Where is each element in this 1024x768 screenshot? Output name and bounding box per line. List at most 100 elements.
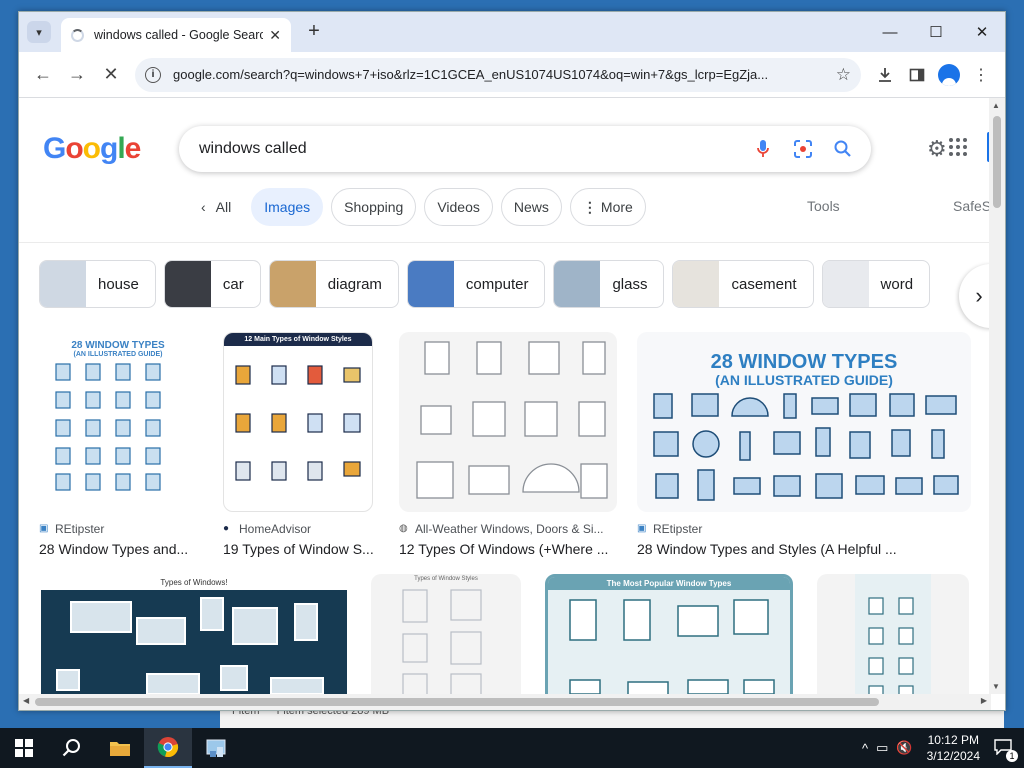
start-button[interactable] <box>0 728 48 768</box>
browser-tab[interactable]: windows called - Google Search ✕ <box>61 18 291 52</box>
profile-avatar[interactable] <box>933 59 965 91</box>
scroll-right-icon[interactable]: ▶ <box>981 696 987 705</box>
search-input[interactable] <box>199 140 737 158</box>
result-image[interactable] <box>817 574 969 694</box>
google-logo[interactable]: Google <box>43 132 141 166</box>
image-result[interactable] <box>817 574 969 694</box>
minimize-button[interactable]: — <box>867 12 913 52</box>
vertical-scrollbar[interactable]: ▲ ▼ <box>989 98 1005 694</box>
tab-close-icon[interactable]: ✕ <box>269 27 281 44</box>
image-heading-text: Types of Windows! <box>160 578 228 587</box>
image-heading-text: The Most Popular Window Types <box>548 577 790 590</box>
url-text[interactable]: google.com/search?q=windows+7+iso&rlz=1C… <box>173 67 828 82</box>
result-source[interactable]: ▣ REtipster <box>637 522 971 536</box>
image-result[interactable]: Types of Windows! <box>39 574 349 694</box>
scroll-up-icon[interactable]: ▲ <box>992 101 1000 110</box>
tab-search-button[interactable]: ▾ <box>27 21 51 43</box>
settings-gear-icon[interactable]: ⚙ <box>927 136 947 162</box>
control-panel-icon <box>206 739 226 757</box>
forward-button[interactable]: → <box>61 59 93 91</box>
search-box[interactable] <box>179 126 871 172</box>
image-result[interactable]: 12 Main Types of Window Styles ● HomeAdvi… <box>223 332 373 557</box>
taskbar-search-button[interactable] <box>48 728 96 768</box>
result-image[interactable]: 12 Main Types of Window Styles <box>223 332 373 512</box>
result-image[interactable]: 28 WINDOW TYPES (AN ILLUSTRATED GUIDE) <box>39 332 197 512</box>
related-chip-diagram[interactable]: diagram <box>268 260 399 308</box>
more-dots-icon: ⋮ <box>582 198 597 215</box>
result-title[interactable]: 12 Types Of Windows (+Where ... <box>399 541 617 557</box>
scrollbar-thumb[interactable] <box>993 116 1001 208</box>
network-icon[interactable]: ▭ <box>876 740 888 756</box>
image-result[interactable]: ◍ All-Weather Windows, Doors & Si... 12 T… <box>399 332 617 557</box>
volume-muted-icon[interactable]: 🔇 <box>896 740 912 756</box>
related-chip-word[interactable]: word <box>821 260 931 308</box>
bookmark-star-icon[interactable]: ☆ <box>836 65 851 85</box>
scrollbar-thumb[interactable] <box>35 698 879 706</box>
horizontal-scrollbar[interactable]: ◀ ▶ <box>19 694 991 710</box>
image-result[interactable]: Types of Window Styles <box>371 574 521 694</box>
source-name: HomeAdvisor <box>239 522 312 536</box>
related-chip-computer[interactable]: computer <box>406 260 546 308</box>
address-bar[interactable]: i google.com/search?q=windows+7+iso&rlz=… <box>135 57 861 92</box>
chevron-right-icon[interactable]: › <box>959 264 991 328</box>
image-result[interactable]: 28 WINDOW TYPES (AN ILLUSTRATED GUIDE) ▣… <box>637 332 971 557</box>
related-label: diagram <box>327 275 382 293</box>
voice-search-icon[interactable] <box>749 135 777 163</box>
header-divider <box>19 242 991 243</box>
tab-videos[interactable]: Videos <box>424 188 493 226</box>
tab-more[interactable]: ⋮ More <box>569 188 646 226</box>
site-info-icon[interactable]: i <box>145 66 161 83</box>
clock[interactable]: 10:12 PM 3/12/2024 <box>927 732 980 764</box>
maximize-button[interactable]: ☐ <box>913 12 959 52</box>
scroll-down-icon[interactable]: ▼ <box>992 682 1000 691</box>
scroll-left-icon[interactable]: ◀ <box>23 696 29 705</box>
lens-search-icon[interactable] <box>789 135 817 163</box>
notification-icon[interactable]: 1 <box>994 738 1018 762</box>
result-title[interactable]: 19 Types of Window S... <box>223 541 373 557</box>
result-image[interactable]: Types of Window Styles <box>371 574 521 694</box>
result-title[interactable]: 28 Window Types and Styles (A Helpful ..… <box>637 541 971 557</box>
result-image[interactable] <box>399 332 617 512</box>
file-explorer-button[interactable] <box>96 728 144 768</box>
image-heading-text: 28 WINDOW TYPES <box>710 351 898 373</box>
image-result[interactable]: 28 WINDOW TYPES (AN ILLUSTRATED GUIDE) ▣… <box>39 332 197 557</box>
related-chip-casement[interactable]: casement <box>672 260 814 308</box>
window-stack-graphic <box>868 597 914 694</box>
related-chip-car[interactable]: car <box>163 260 261 308</box>
tab-all[interactable]: ‹ All <box>189 188 244 226</box>
windows-taskbar: ^ ▭ 🔇 10:12 PM 3/12/2024 1 <box>0 728 1024 768</box>
related-chip-house[interactable]: house <box>39 260 156 308</box>
result-source[interactable]: ◍ All-Weather Windows, Doors & Si... <box>399 522 617 536</box>
stop-loading-button[interactable]: ✕ <box>95 59 127 91</box>
result-image[interactable]: The Most Popular Window Types <box>545 574 793 694</box>
related-chip-glass[interactable]: glass <box>553 260 665 308</box>
app-taskbar-button[interactable] <box>192 728 240 768</box>
window-controls: — ☐ ✕ <box>867 12 1005 52</box>
result-source[interactable]: ● HomeAdvisor <box>223 522 373 536</box>
safesearch-button[interactable]: SafeS <box>953 198 991 214</box>
tools-button[interactable]: Tools <box>807 198 840 214</box>
search-icon[interactable] <box>829 135 857 163</box>
chrome-icon <box>157 737 179 757</box>
browser-window: ▾ windows called - Google Search ✕ + — ☐… <box>18 11 1006 711</box>
browser-menu-icon[interactable]: ⋮ <box>965 59 997 91</box>
result-image[interactable]: 28 WINDOW TYPES (AN ILLUSTRATED GUIDE) <box>637 332 971 512</box>
related-label: glass <box>612 275 648 293</box>
result-source[interactable]: ▣ REtipster <box>39 522 197 536</box>
chevron-up-icon[interactable]: ^ <box>862 741 868 756</box>
tab-news[interactable]: News <box>500 188 562 226</box>
result-title[interactable]: 28 Window Types and... <box>39 541 197 557</box>
tab-shopping[interactable]: Shopping <box>331 188 417 226</box>
google-apps-icon[interactable] <box>949 138 967 156</box>
related-thumbnail <box>554 261 601 307</box>
close-window-button[interactable]: ✕ <box>959 12 1005 52</box>
back-button[interactable]: ← <box>27 59 59 91</box>
image-result[interactable]: The Most Popular Window Types <box>545 574 793 694</box>
result-image[interactable]: Types of Windows! <box>39 574 349 694</box>
download-icon[interactable] <box>869 59 901 91</box>
chrome-taskbar-button[interactable] <box>144 728 192 768</box>
tab-images[interactable]: Images <box>251 188 324 226</box>
new-tab-button[interactable]: + <box>302 20 326 43</box>
side-panel-icon[interactable] <box>901 59 933 91</box>
related-label: casement <box>731 275 797 293</box>
